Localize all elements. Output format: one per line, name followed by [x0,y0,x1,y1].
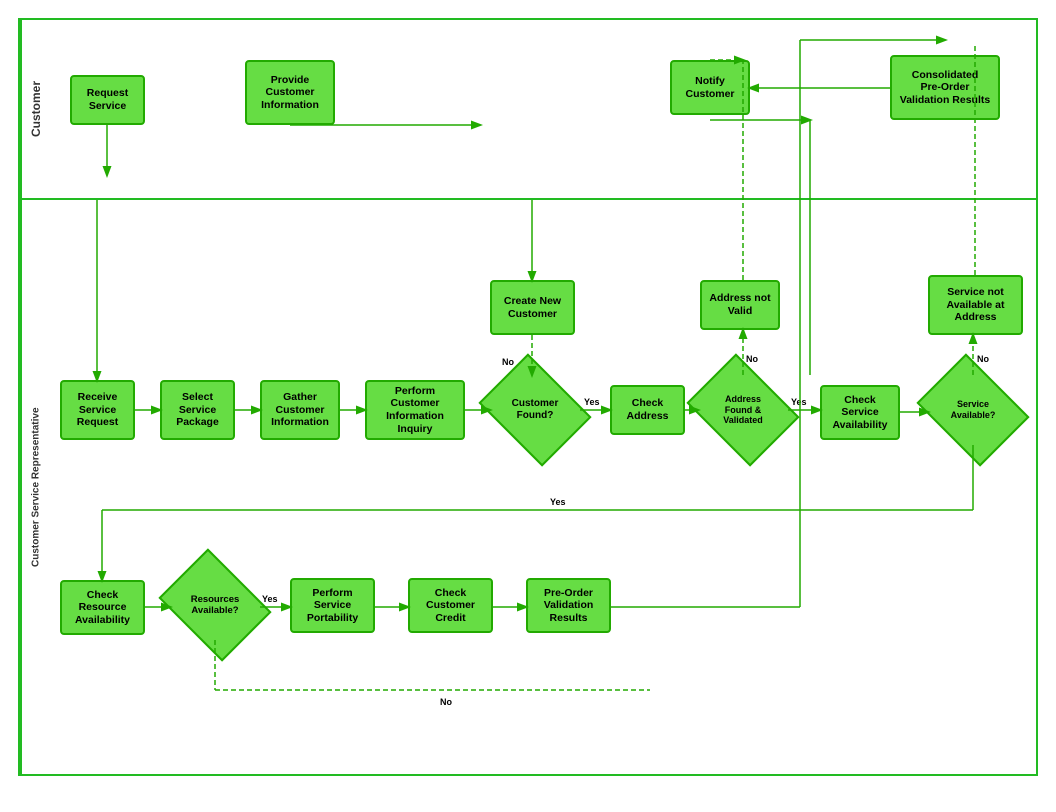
svg-text:No: No [746,354,758,364]
perform-service-portability-box: Perform Service Portability [290,578,375,633]
csr-lane-label: Customer Service Representative [20,200,50,774]
notify-customer-box: Notify Customer [670,60,750,115]
select-service-package-box: Select Service Package [160,380,235,440]
customer-lane-label: Customer [20,20,50,198]
resources-available-diamond: Resources Available? [170,570,260,640]
request-service-box: Request Service [70,75,145,125]
customer-found-diamond: Customer Found? [490,375,580,445]
check-address-box: Check Address [610,385,685,435]
svg-text:Yes: Yes [550,497,566,507]
svg-text:Yes: Yes [262,594,278,604]
check-customer-credit-box: Check Customer Credit [408,578,493,633]
service-available-diamond: Service Available? [928,375,1018,445]
perform-inquiry-box: Perform Customer Information Inquiry [365,380,465,440]
address-found-diamond: Address Found & Validated [698,375,788,445]
svg-text:No: No [977,354,989,364]
svg-text:Yes: Yes [791,397,807,407]
check-resource-availability-box: Check Resource Availability [60,580,145,635]
customer-lane: Customer Request Service Provide Custome… [20,20,1036,200]
address-not-valid-box: Address not Valid [700,280,780,330]
customer-lane-content: Request Service Provide Customer Informa… [50,20,1036,198]
create-new-customer-box: Create New Customer [490,280,575,335]
consolidated-results-box: Consolidated Pre-Order Validation Result… [890,55,1000,120]
csr-lane: Customer Service Representative Receive … [20,200,1036,774]
diagram-container: Customer Request Service Provide Custome… [18,18,1038,776]
customer-lane-arrows [50,20,1036,198]
check-service-availability-box: Check Service Availability [820,385,900,440]
preorder-validation-box: Pre-Order Validation Results [526,578,611,633]
gather-customer-info-box: Gather Customer Information [260,380,340,440]
provide-customer-info-box: Provide Customer Information [245,60,335,125]
svg-text:No: No [440,697,452,707]
svg-text:No: No [502,357,514,367]
receive-service-request-box: Receive Service Request [60,380,135,440]
svg-text:Yes: Yes [584,397,600,407]
csr-lane-content: Receive Service Request Select Service P… [50,200,1036,774]
service-not-available-box: Service not Available at Address [928,275,1023,335]
